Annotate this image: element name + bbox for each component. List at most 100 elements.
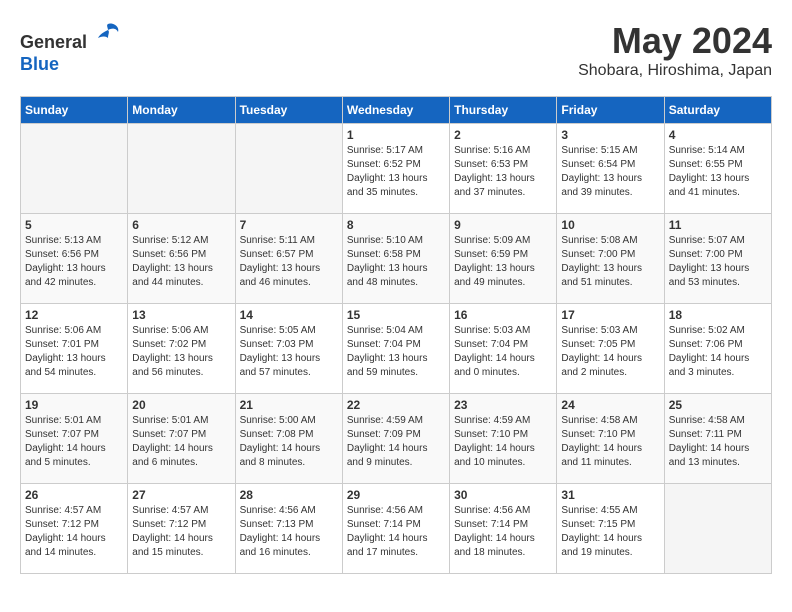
logo: General Blue	[20, 20, 122, 75]
calendar-cell: 6 Sunrise: 5:12 AMSunset: 6:56 PMDaylight…	[128, 214, 235, 304]
calendar-cell: 21 Sunrise: 5:00 AMSunset: 7:08 PMDayligh…	[235, 394, 342, 484]
day-number: 6	[132, 218, 230, 232]
day-number: 18	[669, 308, 767, 322]
day-number: 30	[454, 488, 552, 502]
calendar-week-row: 26Sunrise: 4:57 AMSunset: 7:12 PMDayligh…	[21, 484, 772, 574]
day-info: Sunrise: 5:01 AMSunset: 7:07 PMDaylight:…	[25, 414, 123, 470]
calendar-week-row: 19 Sunrise: 5:01 AMSunset: 7:07 PMDayligh…	[21, 394, 772, 484]
calendar-week-row: 1 Sunrise: 5:17 AMSunset: 6:52 PMDaylight…	[21, 124, 772, 214]
day-number: 29	[347, 488, 445, 502]
day-info: Sunrise: 5:03 AMSunset: 7:04 PMDaylight:…	[454, 324, 552, 380]
calendar-cell: 5 Sunrise: 5:13 AMSunset: 6:56 PMDaylight…	[21, 214, 128, 304]
calendar-cell: 11Sunrise: 5:07 AMSunset: 7:00 PMDayligh…	[664, 214, 771, 304]
day-info: Sunrise: 4:55 AMSunset: 7:15 PMDaylight:…	[561, 504, 659, 560]
calendar-table: SundayMondayTuesdayWednesdayThursdayFrid…	[20, 96, 772, 574]
weekday-header-wednesday: Wednesday	[342, 97, 449, 124]
day-info: Sunrise: 4:59 AMSunset: 7:09 PMDaylight:…	[347, 414, 445, 470]
calendar-cell	[664, 484, 771, 574]
day-number: 23	[454, 398, 552, 412]
weekday-header-tuesday: Tuesday	[235, 97, 342, 124]
calendar-cell: 15 Sunrise: 5:04 AMSunset: 7:04 PMDayligh…	[342, 304, 449, 394]
calendar-week-row: 12 Sunrise: 5:06 AMSunset: 7:01 PMDayligh…	[21, 304, 772, 394]
day-number: 26	[25, 488, 123, 502]
calendar-cell	[128, 124, 235, 214]
day-info: Sunrise: 5:00 AMSunset: 7:08 PMDaylight:…	[240, 414, 338, 470]
day-number: 22	[347, 398, 445, 412]
day-number: 15	[347, 308, 445, 322]
day-number: 17	[561, 308, 659, 322]
calendar-cell: 24 Sunrise: 4:58 AMSunset: 7:10 PMDayligh…	[557, 394, 664, 484]
day-info: Sunrise: 5:06 AMSunset: 7:02 PMDaylight:…	[132, 324, 230, 380]
day-info: Sunrise: 5:03 AMSunset: 7:05 PMDaylight:…	[561, 324, 659, 380]
day-number: 11	[669, 218, 767, 232]
day-number: 19	[25, 398, 123, 412]
day-info: Sunrise: 5:06 AMSunset: 7:01 PMDaylight:…	[25, 324, 123, 380]
day-info: Sunrise: 4:58 AMSunset: 7:10 PMDaylight:…	[561, 414, 659, 470]
weekday-header-saturday: Saturday	[664, 97, 771, 124]
weekday-header-friday: Friday	[557, 97, 664, 124]
weekday-header-sunday: Sunday	[21, 97, 128, 124]
location-title: Shobara, Hiroshima, Japan	[578, 62, 772, 80]
day-info: Sunrise: 5:16 AMSunset: 6:53 PMDaylight:…	[454, 144, 552, 200]
calendar-cell: 25Sunrise: 4:58 AMSunset: 7:11 PMDayligh…	[664, 394, 771, 484]
day-info: Sunrise: 5:08 AMSunset: 7:00 PMDaylight:…	[561, 234, 659, 290]
calendar-cell: 16 Sunrise: 5:03 AMSunset: 7:04 PMDayligh…	[450, 304, 557, 394]
day-info: Sunrise: 5:04 AMSunset: 7:04 PMDaylight:…	[347, 324, 445, 380]
calendar-cell	[235, 124, 342, 214]
logo-general: General	[20, 32, 87, 52]
calendar-cell: 2 Sunrise: 5:16 AMSunset: 6:53 PMDaylight…	[450, 124, 557, 214]
page-header: General Blue May 2024 Shobara, Hiroshima…	[20, 20, 772, 80]
calendar-cell: 13Sunrise: 5:06 AMSunset: 7:02 PMDayligh…	[128, 304, 235, 394]
day-number: 9	[454, 218, 552, 232]
calendar-cell: 26Sunrise: 4:57 AMSunset: 7:12 PMDayligh…	[21, 484, 128, 574]
day-number: 25	[669, 398, 767, 412]
day-info: Sunrise: 4:56 AMSunset: 7:14 PMDaylight:…	[454, 504, 552, 560]
calendar-cell: 7 Sunrise: 5:11 AMSunset: 6:57 PMDaylight…	[235, 214, 342, 304]
calendar-header-row: SundayMondayTuesdayWednesdayThursdayFrid…	[21, 97, 772, 124]
day-number: 5	[25, 218, 123, 232]
weekday-header-monday: Monday	[128, 97, 235, 124]
day-info: Sunrise: 5:13 AMSunset: 6:56 PMDaylight:…	[25, 234, 123, 290]
calendar-cell: 22 Sunrise: 4:59 AMSunset: 7:09 PMDayligh…	[342, 394, 449, 484]
day-info: Sunrise: 5:09 AMSunset: 6:59 PMDaylight:…	[454, 234, 552, 290]
day-number: 21	[240, 398, 338, 412]
calendar-cell: 20Sunrise: 5:01 AMSunset: 7:07 PMDayligh…	[128, 394, 235, 484]
day-number: 24	[561, 398, 659, 412]
title-block: May 2024 Shobara, Hiroshima, Japan	[578, 20, 772, 80]
day-info: Sunrise: 5:11 AMSunset: 6:57 PMDaylight:…	[240, 234, 338, 290]
day-number: 12	[25, 308, 123, 322]
calendar-cell: 30 Sunrise: 4:56 AMSunset: 7:14 PMDayligh…	[450, 484, 557, 574]
day-number: 2	[454, 128, 552, 142]
calendar-cell: 31Sunrise: 4:55 AMSunset: 7:15 PMDayligh…	[557, 484, 664, 574]
day-number: 7	[240, 218, 338, 232]
day-number: 27	[132, 488, 230, 502]
logo-bird-icon	[94, 20, 122, 48]
calendar-cell: 8Sunrise: 5:10 AMSunset: 6:58 PMDaylight…	[342, 214, 449, 304]
day-number: 16	[454, 308, 552, 322]
day-info: Sunrise: 4:56 AMSunset: 7:13 PMDaylight:…	[240, 504, 338, 560]
calendar-cell: 4 Sunrise: 5:14 AMSunset: 6:55 PMDaylight…	[664, 124, 771, 214]
weekday-header-thursday: Thursday	[450, 97, 557, 124]
calendar-cell: 19 Sunrise: 5:01 AMSunset: 7:07 PMDayligh…	[21, 394, 128, 484]
day-number: 14	[240, 308, 338, 322]
calendar-cell: 1 Sunrise: 5:17 AMSunset: 6:52 PMDaylight…	[342, 124, 449, 214]
calendar-week-row: 5 Sunrise: 5:13 AMSunset: 6:56 PMDaylight…	[21, 214, 772, 304]
calendar-cell: 14 Sunrise: 5:05 AMSunset: 7:03 PMDayligh…	[235, 304, 342, 394]
calendar-cell: 29Sunrise: 4:56 AMSunset: 7:14 PMDayligh…	[342, 484, 449, 574]
day-number: 1	[347, 128, 445, 142]
calendar-cell: 18Sunrise: 5:02 AMSunset: 7:06 PMDayligh…	[664, 304, 771, 394]
day-info: Sunrise: 5:14 AMSunset: 6:55 PMDaylight:…	[669, 144, 767, 200]
calendar-cell: 28 Sunrise: 4:56 AMSunset: 7:13 PMDayligh…	[235, 484, 342, 574]
day-info: Sunrise: 5:17 AMSunset: 6:52 PMDaylight:…	[347, 144, 445, 200]
day-info: Sunrise: 5:12 AMSunset: 6:56 PMDaylight:…	[132, 234, 230, 290]
day-info: Sunrise: 4:59 AMSunset: 7:10 PMDaylight:…	[454, 414, 552, 470]
day-number: 4	[669, 128, 767, 142]
day-info: Sunrise: 5:05 AMSunset: 7:03 PMDaylight:…	[240, 324, 338, 380]
calendar-cell: 27Sunrise: 4:57 AMSunset: 7:12 PMDayligh…	[128, 484, 235, 574]
calendar-cell: 10Sunrise: 5:08 AMSunset: 7:00 PMDayligh…	[557, 214, 664, 304]
day-number: 20	[132, 398, 230, 412]
day-number: 8	[347, 218, 445, 232]
calendar-cell: 23 Sunrise: 4:59 AMSunset: 7:10 PMDayligh…	[450, 394, 557, 484]
calendar-cell: 3Sunrise: 5:15 AMSunset: 6:54 PMDaylight…	[557, 124, 664, 214]
day-number: 28	[240, 488, 338, 502]
